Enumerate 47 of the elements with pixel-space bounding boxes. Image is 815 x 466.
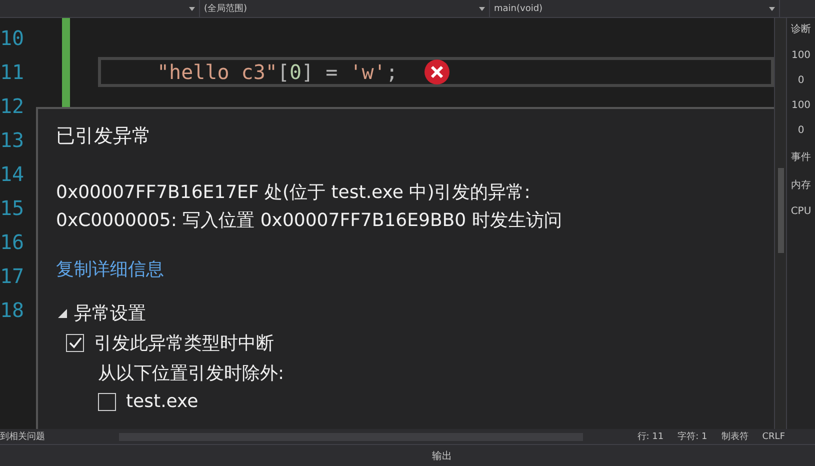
axis-label: 100 <box>791 100 811 111</box>
checkbox-label: test.exe <box>126 391 198 412</box>
section-label: 异常设置 <box>74 302 146 325</box>
vertical-scrollbar[interactable] <box>774 18 786 429</box>
checkbox-label: 引发此异常类型时中断 <box>94 332 274 355</box>
exception-title: 已引发异常 <box>56 124 152 149</box>
code-token: 0 <box>289 60 302 84</box>
line-number: 11 <box>0 59 26 86</box>
code-token: 'w' <box>350 60 386 84</box>
panel-tab[interactable]: 事件 <box>791 150 811 164</box>
axis-label: 0 <box>798 75 804 86</box>
copy-details-link[interactable]: 复制详细信息 <box>56 257 164 281</box>
caret-icon <box>479 6 485 10</box>
axis-label: 0 <box>798 125 804 136</box>
scope-dropdown[interactable]: (全局范围) <box>200 0 490 17</box>
status-item: 字符: 1 <box>678 430 708 443</box>
code-token: ; <box>386 60 398 84</box>
line-number: 16 <box>0 229 26 256</box>
exception-message: 0xC0000005: 写入位置 0x00007FF7B16E9BB0 时发生访问 <box>56 209 563 233</box>
scope-dropdown[interactable]: main(void) <box>490 0 780 17</box>
status-item: 制表符 <box>721 430 748 443</box>
output-tab[interactable]: 输出 <box>432 448 452 462</box>
panel-tab[interactable]: 内存 <box>791 178 811 192</box>
caret-icon <box>769 6 775 10</box>
checkbox[interactable] <box>98 392 116 410</box>
line-number: 18 <box>0 297 26 324</box>
line-number: 10 <box>0 25 26 52</box>
status-item: 行: 11 <box>637 431 664 443</box>
panel-tab[interactable]: CPU <box>790 206 812 217</box>
issues-status: 到相关问题 <box>0 430 45 443</box>
exception-note: 从以下位置引发时除外: <box>98 362 284 385</box>
line-number: 13 <box>0 127 26 154</box>
status-item: CRLF <box>762 432 785 442</box>
panel-title: 诊断 <box>791 22 811 36</box>
error-icon <box>424 59 450 85</box>
caret-icon <box>189 6 195 10</box>
line-number: 15 <box>0 195 26 222</box>
collapse-icon[interactable] <box>56 307 68 319</box>
exception-message: 0x00007FF7B16E17EF 处(位于 test.exe 中)引发的异常: <box>56 181 532 205</box>
checkbox[interactable] <box>66 334 84 352</box>
axis-label: 100 <box>791 50 811 61</box>
code-token: [ <box>277 60 290 84</box>
line-number: 17 <box>0 263 26 290</box>
code-token: "hello c3" <box>157 60 278 84</box>
code-token: ] = <box>302 60 339 84</box>
line-number: 12 <box>0 93 26 120</box>
line-number: 14 <box>0 161 26 188</box>
